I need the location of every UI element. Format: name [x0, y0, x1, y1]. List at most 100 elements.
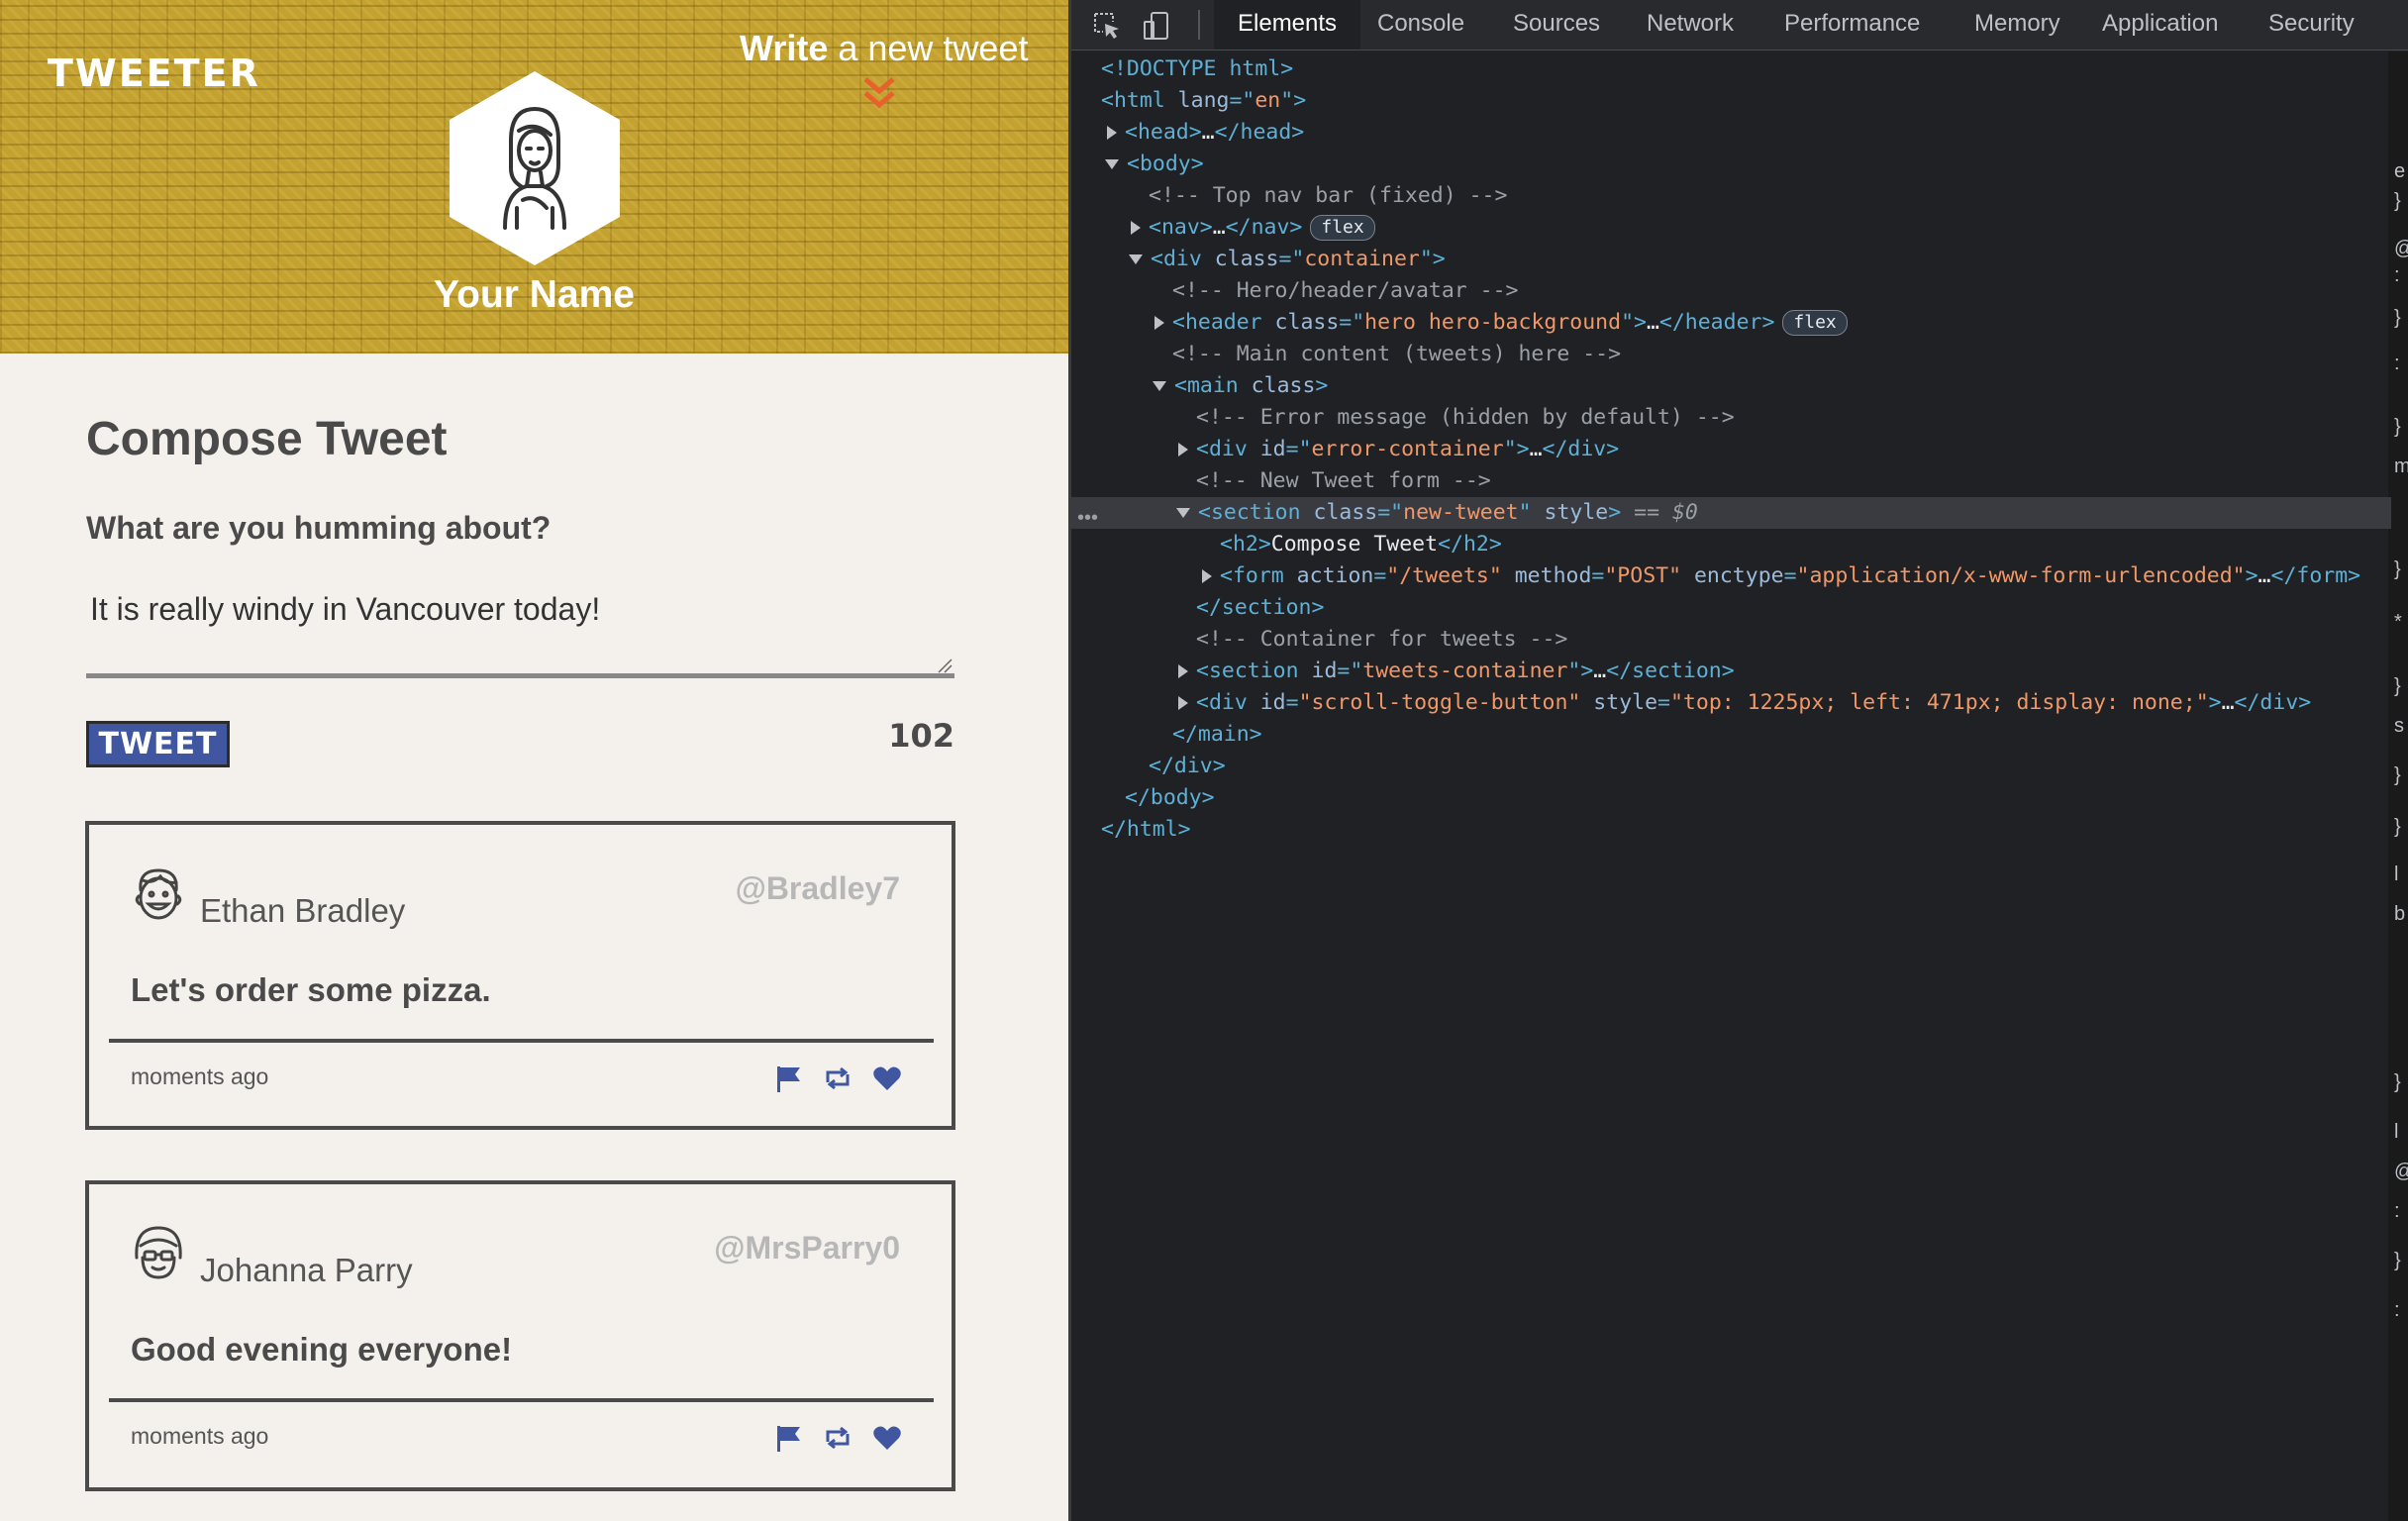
strip-char: }	[2394, 1250, 2401, 1271]
expand-triangle-icon[interactable]	[1178, 443, 1188, 456]
tweet-author-handle: @MrsParry0	[714, 1230, 900, 1266]
dom-node[interactable]: <div id="error-container">…</div>	[1178, 434, 1619, 465]
double-chevron-down-icon[interactable]	[861, 73, 897, 113]
strip-char: }	[2394, 558, 2401, 580]
dom-comment[interactable]: <!-- New Tweet form -->	[1196, 465, 1491, 497]
collapse-triangle-icon[interactable]	[1129, 254, 1143, 264]
node-options-ellipsis-icon[interactable]: •••	[1077, 507, 1098, 530]
tweet-avatar-icon	[135, 1226, 182, 1279]
dom-node[interactable]: </body>	[1125, 782, 1215, 814]
dom-node[interactable]: <h2>Compose Tweet</h2>	[1220, 529, 1502, 560]
dom-comment[interactable]: <!-- Top nav bar (fixed) -->	[1149, 180, 1507, 212]
strip-char: *	[2394, 611, 2402, 633]
strip-char: :	[2394, 353, 2400, 374]
dom-comment[interactable]: <!-- Hero/header/avatar -->	[1172, 275, 1519, 307]
brand-logo[interactable]: TWEETER	[48, 51, 260, 95]
dom-comment[interactable]: <!-- Container for tweets -->	[1196, 624, 1567, 656]
hero-user-name: Your Name	[434, 273, 635, 316]
dom-node[interactable]: <!DOCTYPE html>	[1101, 53, 1293, 85]
tweet-submit-button[interactable]: TWEET	[86, 721, 230, 767]
tab-memory[interactable]: Memory	[1974, 0, 2060, 50]
flag-icon[interactable]	[772, 1422, 804, 1454]
tweet-card: Ethan Bradley @Bradley7 Let's order some…	[85, 821, 955, 1130]
device-toolbar-icon[interactable]	[1141, 10, 1172, 42]
textarea-underline	[86, 673, 954, 678]
flex-badge[interactable]: flex	[1310, 215, 1375, 241]
dom-node[interactable]: <section id="tweets-container">…</sectio…	[1178, 656, 1735, 687]
dom-node[interactable]: <header class="hero hero-background">…</…	[1154, 307, 1848, 339]
dom-node[interactable]: <html lang="en">	[1101, 85, 1306, 117]
flag-icon[interactable]	[772, 1063, 804, 1094]
strip-char: @	[2394, 1161, 2408, 1183]
tweet-author-name: Johanna Parry	[200, 1252, 413, 1288]
tweet-actions	[772, 1063, 911, 1096]
tweet-textarea[interactable]: It is really windy in Vancouver today!	[90, 591, 600, 628]
expand-triangle-icon[interactable]	[1178, 696, 1188, 710]
dom-node[interactable]: </main>	[1172, 719, 1262, 751]
dom-node[interactable]: <main class>	[1153, 370, 1328, 402]
tab-performance[interactable]: Performance	[1784, 0, 1920, 50]
devtools-panel: Elements Console Sources Network Perform…	[1068, 0, 2408, 1521]
collapse-triangle-icon[interactable]	[1176, 508, 1190, 518]
heart-icon[interactable]	[871, 1063, 903, 1094]
heart-icon[interactable]	[871, 1422, 903, 1454]
hero-header: TWEETER Write a new tweet Your Name	[0, 0, 1068, 354]
tab-elements[interactable]: Elements	[1214, 0, 1361, 50]
dom-node[interactable]: </div>	[1149, 751, 1226, 782]
strip-char: s	[2394, 715, 2404, 737]
strip-char: :	[2394, 264, 2400, 286]
strip-char: }	[2394, 190, 2401, 212]
dom-node[interactable]: <form action="/tweets" method="POST" enc…	[1202, 560, 2360, 592]
compose-title: Compose Tweet	[86, 413, 448, 465]
retweet-icon[interactable]	[822, 1063, 853, 1094]
expand-triangle-icon[interactable]	[1202, 569, 1212, 583]
tab-sources[interactable]: Sources	[1513, 0, 1600, 50]
expand-triangle-icon[interactable]	[1178, 664, 1188, 678]
char-counter: 102	[888, 717, 954, 755]
tweet-avatar-icon	[135, 868, 182, 920]
tweet-card: Johanna Parry @MrsParry0 Good evening ev…	[85, 1180, 955, 1491]
tweet-divider	[109, 1039, 934, 1043]
dom-node[interactable]: </section>	[1196, 592, 1324, 624]
retweet-icon[interactable]	[822, 1422, 853, 1454]
tweet-divider	[109, 1398, 934, 1402]
resize-handle-icon[interactable]	[937, 658, 953, 673]
expand-triangle-icon[interactable]	[1154, 316, 1164, 330]
tab-console[interactable]: Console	[1377, 0, 1464, 50]
dom-node[interactable]: </html>	[1101, 814, 1191, 846]
dom-node[interactable]: <head>…</head>	[1107, 117, 1304, 149]
dom-node[interactable]: <body>	[1105, 149, 1204, 180]
flex-badge[interactable]: flex	[1782, 310, 1848, 336]
strip-char: m	[2394, 456, 2408, 477]
collapse-triangle-icon[interactable]	[1105, 159, 1119, 169]
collapse-triangle-icon[interactable]	[1153, 381, 1166, 391]
strip-char: }	[2394, 1071, 2401, 1093]
strip-char: :	[2394, 1200, 2400, 1222]
dom-node[interactable]: <div class="container">	[1129, 244, 1446, 275]
tab-application[interactable]: Application	[2102, 0, 2218, 50]
compose-label: What are you humming about?	[86, 510, 552, 546]
strip-char: b	[2394, 903, 2406, 925]
write-new-tweet-link[interactable]: Write a new tweet	[740, 28, 1028, 69]
strip-char: }	[2394, 307, 2401, 329]
tweet-timestamp: moments ago	[131, 1423, 269, 1449]
expand-triangle-icon[interactable]	[1131, 221, 1141, 235]
tweet-actions	[772, 1422, 911, 1456]
user-avatar-icon	[450, 71, 620, 265]
toolbar-separator	[1198, 10, 1200, 40]
tab-network[interactable]: Network	[1647, 0, 1734, 50]
strip-char: :	[2394, 1299, 2400, 1321]
tab-security[interactable]: Security	[2268, 0, 2355, 50]
dom-node[interactable]: <div id="scroll-toggle-button" style="to…	[1178, 687, 2311, 719]
dom-comment[interactable]: <!-- Error message (hidden by default) -…	[1196, 402, 1735, 434]
dom-node[interactable]: <nav>…</nav> flex	[1131, 212, 1375, 244]
strip-char: }	[2394, 416, 2401, 438]
dom-node-selected[interactable]: <section class="new-tweet" style> == $0	[1071, 497, 2391, 529]
strip-char: }	[2394, 816, 2401, 838]
tweet-timestamp: moments ago	[131, 1064, 269, 1089]
strip-char: l	[2394, 1121, 2399, 1143]
dom-comment[interactable]: <!-- Main content (tweets) here -->	[1172, 339, 1621, 370]
strip-char: @	[2394, 238, 2408, 260]
expand-triangle-icon[interactable]	[1107, 126, 1117, 140]
inspect-element-icon[interactable]	[1091, 10, 1123, 42]
